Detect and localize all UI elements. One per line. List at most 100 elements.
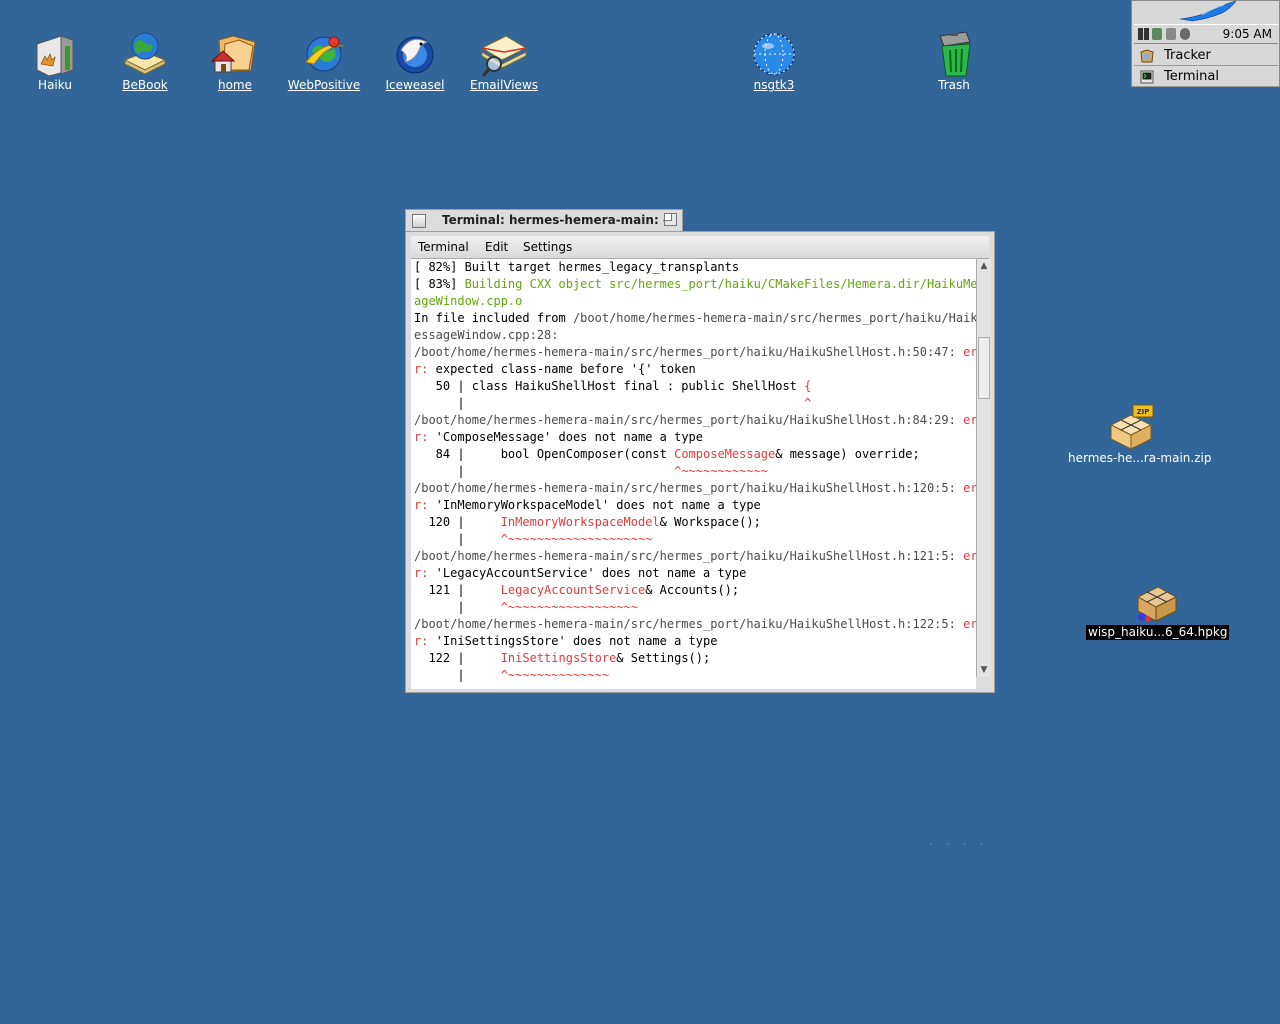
desktop-icon-label: Haiku <box>38 78 72 92</box>
menu-edit[interactable]: Edit <box>485 240 508 254</box>
terminal-text-segment: 122 | <box>414 651 501 665</box>
trash-icon <box>930 30 978 78</box>
terminal-text-segment: erro <box>963 345 976 359</box>
terminal-text-segment: IniSettingsStore <box>500 651 617 665</box>
window-zoom-button[interactable] <box>664 213 677 226</box>
terminal-line: ageWindow.cpp.o <box>414 293 522 310</box>
terminal-text-segment: r: <box>414 634 429 648</box>
terminal-text-segment: ^~~~~~~~~~~~~~~ <box>500 668 610 682</box>
power-icon[interactable] <box>1166 28 1176 40</box>
desktop-icon-label: WebPositive <box>287 78 361 92</box>
desktop-icon-home[interactable]: home <box>190 30 280 93</box>
terminal-text-segment: ComposeMessage <box>674 447 776 461</box>
desktop-icon-haiku[interactable]: Haiku <box>10 30 100 93</box>
terminal-text-segment: 120 | <box>414 515 501 529</box>
scroll-down-arrow-icon[interactable]: ▼ <box>978 664 990 676</box>
terminal-text-segment: & Settings(); <box>616 651 711 665</box>
deskbar-item-label: Tracker <box>1164 48 1211 63</box>
desktop-icon-iceweasel[interactable]: Iceweasel <box>370 30 460 93</box>
desktop-icon-nsgtk3[interactable]: nsgtk3 <box>729 30 819 93</box>
terminal-text-segment: ^~~~~~~~~~~~~~~~~~~~~ <box>500 532 653 546</box>
haiku-volume-icon <box>31 30 79 78</box>
terminal-text-segment: ^~~~~~~~~~~~~~~~~~~ <box>500 600 638 614</box>
scrollbar-thumb[interactable] <box>978 337 990 399</box>
terminal-text-segment: /boot/home/hermes-hemera-main/src/hermes… <box>414 549 964 563</box>
desktop-icon-hpkg[interactable]: wisp_haiku...6_64.hpkg <box>1086 577 1230 640</box>
terminal-text-segment: | <box>414 600 501 614</box>
volume-icon[interactable] <box>1180 28 1190 40</box>
terminal-line: | ^~~~~~~~~~~~~~~~~~~ <box>414 599 638 616</box>
terminal-line: 50 | class HaikuShellHost final : public… <box>414 378 812 395</box>
terminal-text-segment: r: <box>414 498 429 512</box>
haiku-leaf-menu-button[interactable] <box>1172 0 1242 23</box>
desktop-icon-webpositive[interactable]: WebPositive <box>279 30 369 93</box>
window-title: Terminal: hermes-hemera-main: -- <box>442 213 673 227</box>
terminal-line: r: expected class-name before '{' token <box>414 361 696 378</box>
cpu-monitor-icon[interactable] <box>1144 28 1149 40</box>
terminal-window: Terminal Edit Settings [ 82%] Built targ… <box>405 231 995 693</box>
terminal-line: /boot/home/hermes-hemera-main/src/hermes… <box>414 480 976 497</box>
system-tray: 9:05 AM <box>1134 24 1278 44</box>
terminal-text-segment: 'ComposeMessage' does not name a type <box>428 430 703 444</box>
terminal-text-segment: | <box>414 396 805 410</box>
window-tab[interactable]: Terminal: hermes-hemera-main: -- <box>405 209 683 231</box>
terminal-line: [ 82%] Built target hermes_legacy_transp… <box>414 259 739 276</box>
desktop-icon-label: home <box>217 78 253 92</box>
window-close-button[interactable] <box>412 214 426 228</box>
terminal-line: [ 83%] Building CXX object src/hermes_po… <box>414 276 976 293</box>
terminal-line: | ^~~~~~~~~~~~~~~~~~~~~ <box>414 531 652 548</box>
terminal-text-segment: erro <box>963 617 976 631</box>
desktop-icon-trash[interactable]: Trash <box>909 30 999 93</box>
desktop-icon-label: hermes-he...ra-main.zip <box>1068 451 1212 465</box>
iceweasel-icon <box>391 30 439 78</box>
deskbar-item-label: Terminal <box>1164 69 1219 84</box>
menu-terminal[interactable]: Terminal <box>418 240 469 254</box>
home-folder-icon <box>210 30 259 78</box>
terminal-text-segment: { <box>804 379 812 393</box>
terminal-text-segment: | <box>414 668 501 682</box>
terminal-text-segment: 121 | <box>414 583 501 597</box>
terminal-line: essageWindow.cpp:28: <box>414 327 559 344</box>
desktop-icon-zip[interactable]: ZIP hermes-he...ra-main.zip <box>1066 403 1211 466</box>
terminal-line: r: 'LegacyAccountService' does not name … <box>414 565 746 582</box>
desktop-icon-label: wisp_haiku...6_64.hpkg <box>1086 625 1230 640</box>
hpkg-package-icon <box>1132 577 1180 625</box>
terminal-text-segment: erro <box>963 413 976 427</box>
terminal-line: | ^ <box>414 395 811 412</box>
deskbar-item-terminal[interactable]: Terminal <box>1134 67 1278 87</box>
network-icon[interactable] <box>1152 28 1162 40</box>
terminal-text-segment: LegacyAccountService <box>500 583 646 597</box>
desktop-icon-label: Iceweasel <box>385 78 445 92</box>
terminal-text-segment: [ 82%] Built target hermes_legacy_transp… <box>414 260 740 274</box>
terminal-text-segment: 'IniSettingsStore' does not name a type <box>428 634 718 648</box>
desktop-icon-bebook[interactable]: BeBook <box>100 30 190 93</box>
terminal-text-segment: ^~~~~~~~~~~~~ <box>674 464 769 478</box>
terminal-line: 84 | bool OpenComposer(const ComposeMess… <box>414 446 920 463</box>
bebook-icon <box>121 30 169 78</box>
terminal-line: 122 | IniSettingsStore& Settings(); <box>414 650 710 667</box>
scroll-up-arrow-icon[interactable]: ▲ <box>978 260 990 272</box>
terminal-line: r: 'IniSettingsStore' does not name a ty… <box>414 633 717 650</box>
terminal-output[interactable]: [ 82%] Built target hermes_legacy_transp… <box>411 259 976 689</box>
terminal-text-segment: [ 83%] <box>414 277 465 291</box>
terminal-text-segment: & message) override; <box>775 447 920 461</box>
webpositive-icon <box>300 30 348 78</box>
terminal-line: | ^~~~~~~~~~~~~ <box>414 463 768 480</box>
vertical-scrollbar[interactable]: ▲ ▼ <box>976 259 991 677</box>
deskbar-item-tracker[interactable]: Tracker <box>1134 46 1278 66</box>
terminal-text-segment: /boot/home/hermes-hemera-main/src/hermes… <box>414 481 964 495</box>
terminal-text-segment: In file included from <box>414 311 573 325</box>
terminal-line: /boot/home/hermes-hemera-main/src/hermes… <box>414 344 976 361</box>
cpu-monitor-icon[interactable] <box>1138 28 1143 40</box>
deskbar-clock[interactable]: 9:05 AM <box>1223 27 1272 41</box>
resize-handle[interactable] <box>976 677 990 689</box>
terminal-text-segment: /boot/home/hermes-hemera-main/src/hermes… <box>414 617 964 631</box>
menu-settings[interactable]: Settings <box>523 240 572 254</box>
tracker-icon <box>1140 49 1154 63</box>
terminal-line: 121 | LegacyAccountService& Accounts(); <box>414 582 739 599</box>
terminal-text-segment: r: <box>414 430 429 444</box>
desktop-icon-emailviews[interactable]: EmailViews <box>459 30 549 93</box>
desktop-artifact: ' ' ' ' <box>930 842 989 851</box>
terminal-text-segment: expected class-name before '{' token <box>428 362 696 376</box>
terminal-text-segment: & Accounts(); <box>645 583 740 597</box>
